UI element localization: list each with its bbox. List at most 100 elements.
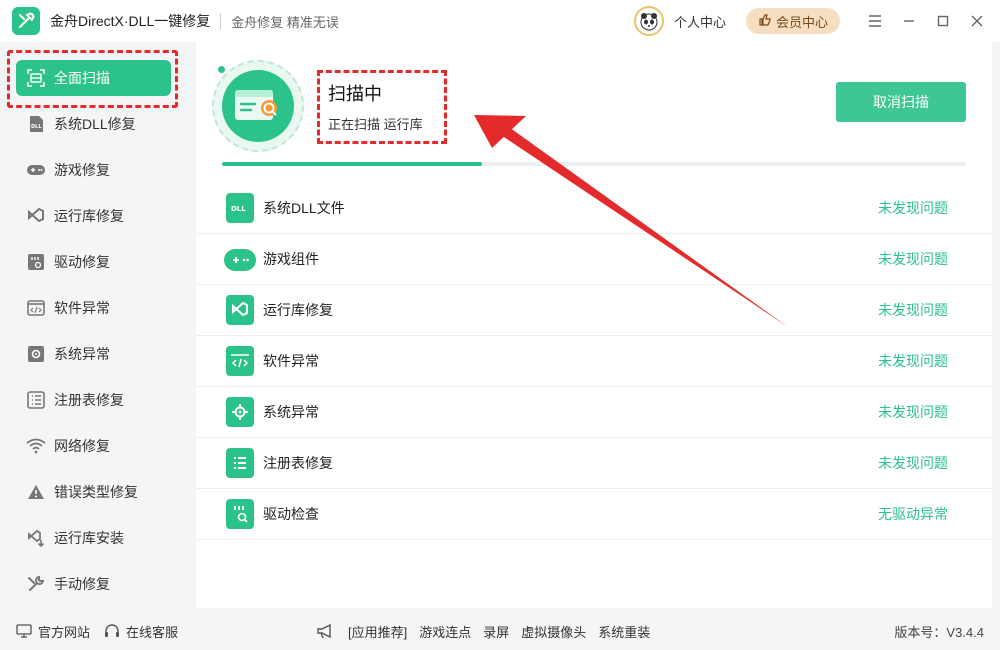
sidebar-item-runtime-install[interactable]: 运行库安装 bbox=[16, 520, 171, 556]
online-service-label: 在线客服 bbox=[126, 624, 179, 640]
link-system-reinstall[interactable]: 系统重装 bbox=[598, 622, 650, 641]
sidebar-item-system-error[interactable]: 系统异常 bbox=[16, 336, 171, 372]
decor-dot bbox=[218, 66, 225, 73]
sidebar-item-full-scan[interactable]: 全面扫描 bbox=[16, 60, 171, 96]
result-status: 未发现问题 bbox=[878, 302, 948, 318]
megaphone-icon bbox=[316, 623, 336, 639]
sidebar-item-game[interactable]: 游戏修复 bbox=[16, 152, 171, 188]
driver-icon bbox=[226, 499, 254, 529]
vip-center-button[interactable]: 会员中心 bbox=[745, 8, 840, 34]
sidebar-item-label: 全面扫描 bbox=[54, 70, 110, 86]
close-icon[interactable] bbox=[960, 0, 994, 42]
driver-icon bbox=[26, 252, 46, 272]
gear-icon bbox=[26, 344, 46, 364]
sidebar-item-runtime[interactable]: 运行库修复 bbox=[16, 198, 171, 234]
link-game-clicker[interactable]: 游戏连点 bbox=[419, 622, 471, 641]
scan-illustration bbox=[212, 60, 304, 152]
panda-avatar-icon[interactable] bbox=[633, 6, 664, 36]
scan-document-icon bbox=[235, 90, 277, 120]
list-item: 游戏组件 未发现问题 bbox=[196, 234, 992, 285]
link-virtual-camera[interactable]: 虚拟摄像头 bbox=[521, 622, 586, 641]
sidebar-item-label: 网络修复 bbox=[54, 438, 110, 454]
menu-icon[interactable] bbox=[858, 0, 892, 42]
result-status: 未发现问题 bbox=[878, 455, 948, 471]
user-center-link[interactable]: 个人中心 bbox=[674, 12, 726, 31]
scan-progress-bar bbox=[222, 162, 966, 166]
result-name: 运行库修复 bbox=[263, 302, 333, 318]
sidebar-item-label: 系统DLL修复 bbox=[54, 116, 136, 132]
official-site-link[interactable]: 官方网站 bbox=[16, 622, 90, 641]
result-status: 未发现问题 bbox=[878, 353, 948, 369]
list-item: 系统异常 未发现问题 bbox=[196, 387, 992, 438]
list-icon bbox=[226, 448, 254, 478]
app-logo-icon bbox=[12, 7, 40, 35]
scan-icon bbox=[26, 68, 46, 88]
dll-icon: DLL bbox=[26, 114, 46, 134]
list-item: 注册表修复 未发现问题 bbox=[196, 438, 992, 489]
result-name: 驱动检查 bbox=[263, 506, 319, 522]
bottom-bar: 官方网站 在线客服 [应用推荐] 游戏连点 录屏 虚拟摄像头 系统重装 版本号：… bbox=[0, 612, 1000, 650]
runtime-icon bbox=[226, 295, 254, 325]
sidebar: 全面扫描 DLL 系统DLL修复 游戏修复 运行库修复 驱动修复 软件异常 系统… bbox=[0, 42, 186, 608]
sidebar-item-label: 游戏修复 bbox=[54, 162, 110, 178]
sidebar-item-network[interactable]: 网络修复 bbox=[16, 428, 171, 464]
result-status: 未发现问题 bbox=[878, 200, 948, 216]
version-label: 版本号：V3.4.4 bbox=[894, 624, 984, 640]
result-name: 系统DLL文件 bbox=[263, 200, 345, 216]
sidebar-item-label: 错误类型修复 bbox=[54, 484, 138, 500]
dll-icon: DLL bbox=[226, 193, 254, 223]
result-status: 未发现问题 bbox=[878, 404, 948, 420]
result-status: 未发现问题 bbox=[878, 251, 948, 267]
wrench-icon bbox=[26, 574, 46, 594]
sidebar-item-registry[interactable]: 注册表修复 bbox=[16, 382, 171, 418]
sidebar-item-label: 软件异常 bbox=[54, 300, 110, 316]
svg-text:DLL: DLL bbox=[31, 124, 42, 130]
sidebar-item-label: 运行库修复 bbox=[54, 208, 124, 224]
official-site-label: 官方网站 bbox=[38, 624, 91, 640]
sidebar-item-label: 运行库安装 bbox=[54, 530, 124, 546]
headset-icon bbox=[104, 623, 120, 639]
sidebar-item-label: 驱动修复 bbox=[54, 254, 110, 270]
wifi-icon bbox=[26, 436, 46, 456]
list-item: DLL 系统DLL文件 未发现问题 bbox=[196, 183, 992, 234]
sidebar-item-system-dll[interactable]: DLL 系统DLL修复 bbox=[16, 106, 171, 142]
svg-text:DLL: DLL bbox=[231, 205, 246, 213]
scan-progress-fill bbox=[222, 162, 483, 166]
list-item: 运行库修复 未发现问题 bbox=[196, 285, 992, 336]
code-icon bbox=[226, 346, 254, 376]
app-recommend-label: [应用推荐] bbox=[348, 624, 408, 640]
sidebar-item-software[interactable]: 软件异常 bbox=[16, 290, 171, 326]
monitor-icon bbox=[16, 624, 32, 638]
result-name: 软件异常 bbox=[263, 353, 319, 369]
vip-center-label: 会员中心 bbox=[775, 14, 828, 30]
gear-icon bbox=[226, 397, 254, 427]
thumbs-up-icon bbox=[758, 13, 772, 30]
sidebar-item-driver[interactable]: 驱动修复 bbox=[16, 244, 171, 280]
list-item: 驱动检查 无驱动异常 bbox=[196, 489, 992, 540]
sidebar-item-label: 手动修复 bbox=[54, 576, 110, 592]
gamepad-icon bbox=[26, 160, 46, 180]
runtime-icon bbox=[26, 206, 46, 226]
sidebar-item-error-type[interactable]: 错误类型修复 bbox=[16, 474, 171, 510]
app-slogan: 金舟修复 精准无误 bbox=[231, 14, 339, 30]
warning-icon bbox=[26, 482, 46, 502]
result-name: 系统异常 bbox=[263, 404, 319, 420]
title-divider bbox=[220, 13, 222, 29]
title-bar: 金舟DirectX·DLL一键修复 金舟修复 精准无误 个人中心 会员中心 bbox=[0, 0, 1000, 42]
sidebar-item-manual[interactable]: 手动修复 bbox=[16, 566, 171, 602]
scan-status-title: 扫描中 bbox=[328, 84, 382, 104]
minimize-icon[interactable] bbox=[892, 0, 926, 42]
code-icon bbox=[26, 298, 46, 318]
list-icon bbox=[26, 390, 46, 410]
main-panel: 扫描中 正在扫描 运行库 取消扫描 DLL 系统DLL文件 未发现问题 游戏组件… bbox=[196, 42, 992, 608]
app-title: 金舟DirectX·DLL一键修复 bbox=[50, 13, 211, 29]
online-service-link[interactable]: 在线客服 bbox=[104, 622, 178, 641]
link-screen-record[interactable]: 录屏 bbox=[483, 622, 509, 641]
cancel-scan-button[interactable]: 取消扫描 bbox=[836, 82, 966, 122]
list-item: 软件异常 未发现问题 bbox=[196, 336, 992, 387]
install-icon bbox=[26, 528, 46, 548]
scan-status-subtitle: 正在扫描 运行库 bbox=[328, 117, 423, 132]
maximize-icon[interactable] bbox=[926, 0, 960, 42]
result-status: 无驱动异常 bbox=[878, 506, 948, 522]
sidebar-item-label: 注册表修复 bbox=[54, 392, 124, 408]
